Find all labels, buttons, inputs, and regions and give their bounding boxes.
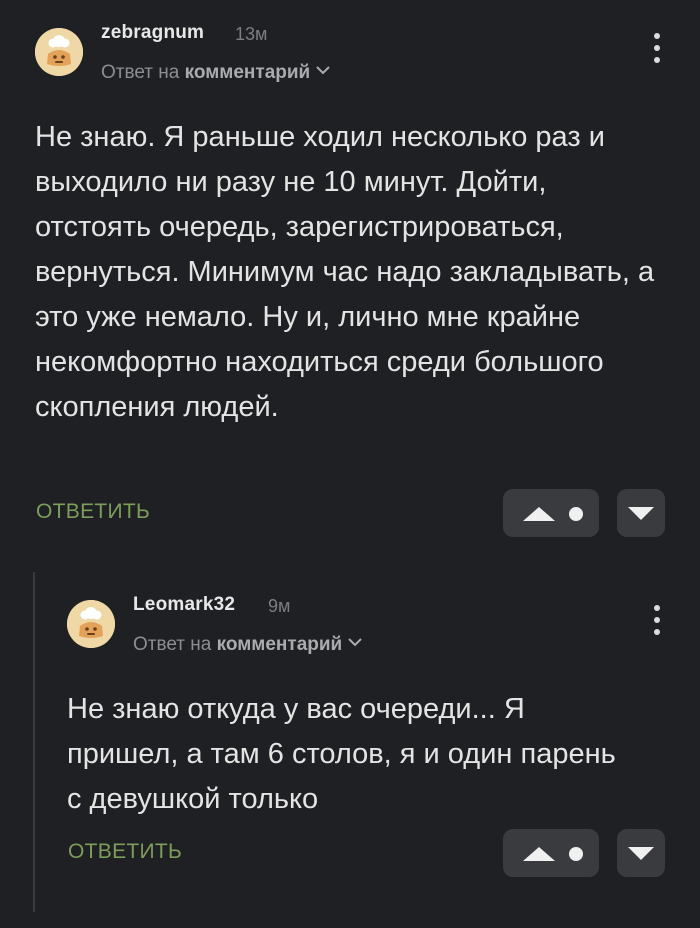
reply-to-target[interactable]: комментарий xyxy=(217,634,343,655)
avatar[interactable] xyxy=(35,28,83,76)
comment: Leomark32 9м Ответ на комментарий Не зна… xyxy=(0,572,700,928)
comment-time: 13м xyxy=(235,24,268,44)
downvote-button[interactable] xyxy=(617,829,665,877)
reply-to[interactable]: Ответ на комментарий xyxy=(101,62,330,84)
comment-text: Не знаю. Я раньше ходил несколько раз и … xyxy=(35,121,655,423)
upvote-arrow-icon xyxy=(523,507,555,521)
upvote-button[interactable] xyxy=(503,489,599,537)
downvote-arrow-icon xyxy=(628,507,654,520)
reply-to-prefix: Ответ на xyxy=(133,634,217,655)
comment-time: 9м xyxy=(268,596,291,616)
more-vertical-icon[interactable] xyxy=(645,28,669,68)
downvote-arrow-icon xyxy=(628,847,654,860)
comment-text: Не знаю откуда у вас очереди... Я пришел… xyxy=(67,693,616,815)
rating-dot-icon xyxy=(569,507,583,521)
reply-button[interactable]: ОТВЕТИТЬ xyxy=(36,500,150,524)
reply-to-prefix: Ответ на xyxy=(101,62,185,83)
comment: zebragnum 13м Ответ на комментарий Не зн… xyxy=(0,0,700,560)
chevron-down-icon[interactable] xyxy=(316,66,330,75)
username[interactable]: zebragnum xyxy=(101,22,204,44)
reply-to-target[interactable]: комментарий xyxy=(185,62,311,83)
reply-to[interactable]: Ответ на комментарий xyxy=(133,634,362,656)
upvote-arrow-icon xyxy=(523,847,555,861)
downvote-button[interactable] xyxy=(617,489,665,537)
username[interactable]: Leomark32 xyxy=(133,594,235,616)
default-avatar-icon xyxy=(67,600,115,648)
more-vertical-icon[interactable] xyxy=(645,600,669,640)
reply-button[interactable]: ОТВЕТИТЬ xyxy=(68,840,182,864)
rating-dot-icon xyxy=(569,847,583,861)
default-avatar-icon xyxy=(35,28,83,76)
chevron-down-icon[interactable] xyxy=(348,638,362,647)
upvote-button[interactable] xyxy=(503,829,599,877)
avatar[interactable] xyxy=(67,600,115,648)
